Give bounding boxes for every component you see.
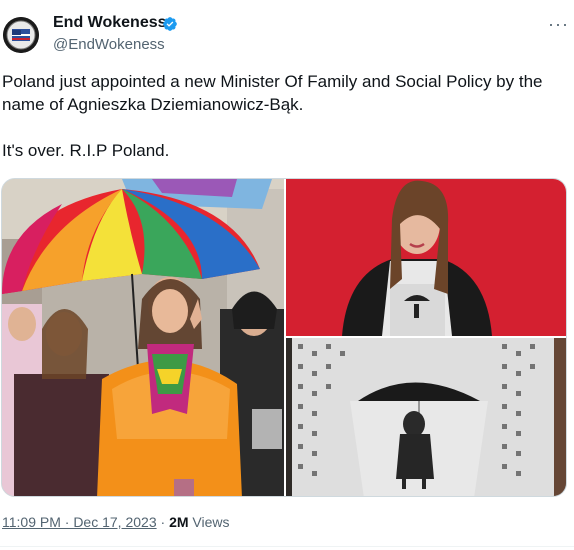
- photo-portrait-red[interactable]: [286, 179, 567, 336]
- tweet-text: Poland just appointed a new Minister Of …: [2, 70, 567, 162]
- views-label: Views: [192, 514, 230, 530]
- views-count: 2M: [169, 514, 189, 530]
- tweet-paragraph-1: Poland just appointed a new Minister Of …: [2, 72, 543, 114]
- tweet-paragraph-2: It's over. R.I.P Poland.: [2, 141, 170, 160]
- photo-shirt-closeup[interactable]: [286, 338, 567, 497]
- media-grid: [1, 178, 567, 497]
- avatar-badge-icon: [3, 17, 39, 53]
- tweet-meta: 11:09 PM · Dec 17, 2023 · 2M Views: [2, 514, 230, 530]
- verified-badge-icon: [163, 17, 177, 31]
- author-avatar[interactable]: [3, 17, 39, 53]
- photo-rally-umbrella[interactable]: [2, 179, 284, 497]
- author-name[interactable]: End Wokeness: [53, 14, 167, 32]
- tweet-timestamp-link[interactable]: 11:09 PM · Dec 17, 2023: [2, 514, 157, 530]
- meta-separator: ·: [160, 514, 166, 530]
- divider: [0, 546, 574, 547]
- tweet-header: End Wokeness @EndWokeness ···: [0, 0, 574, 64]
- author-handle[interactable]: @EndWokeness: [53, 36, 165, 53]
- more-options-icon[interactable]: ···: [548, 14, 569, 35]
